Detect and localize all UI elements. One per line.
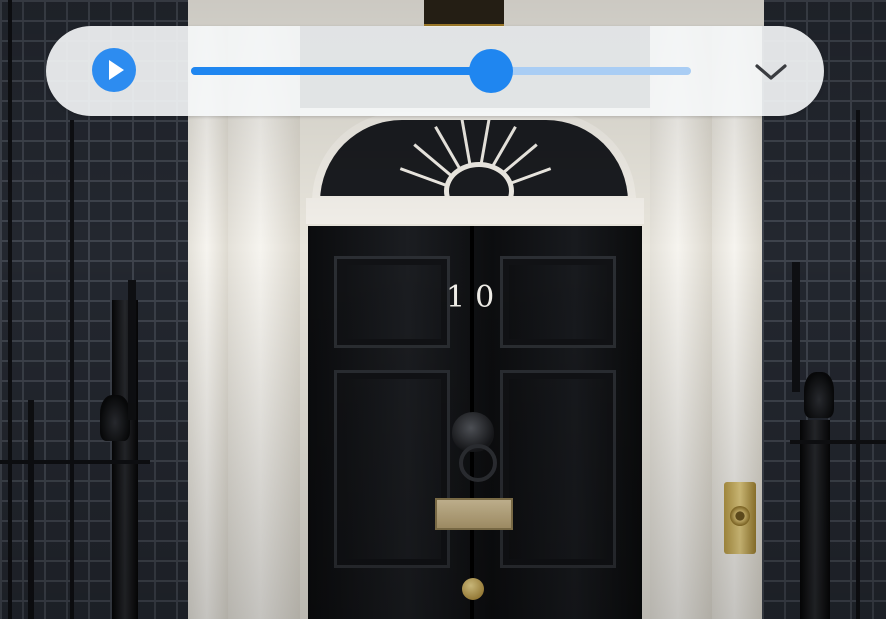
progress-slider[interactable] xyxy=(191,49,691,93)
play-button[interactable] xyxy=(92,48,136,92)
play-icon xyxy=(109,60,124,80)
progress-fill xyxy=(191,67,491,75)
chevron-down-icon xyxy=(755,64,787,80)
collapse-button[interactable] xyxy=(750,56,792,86)
progress-thumb[interactable] xyxy=(469,49,513,93)
media-controls xyxy=(46,26,824,116)
